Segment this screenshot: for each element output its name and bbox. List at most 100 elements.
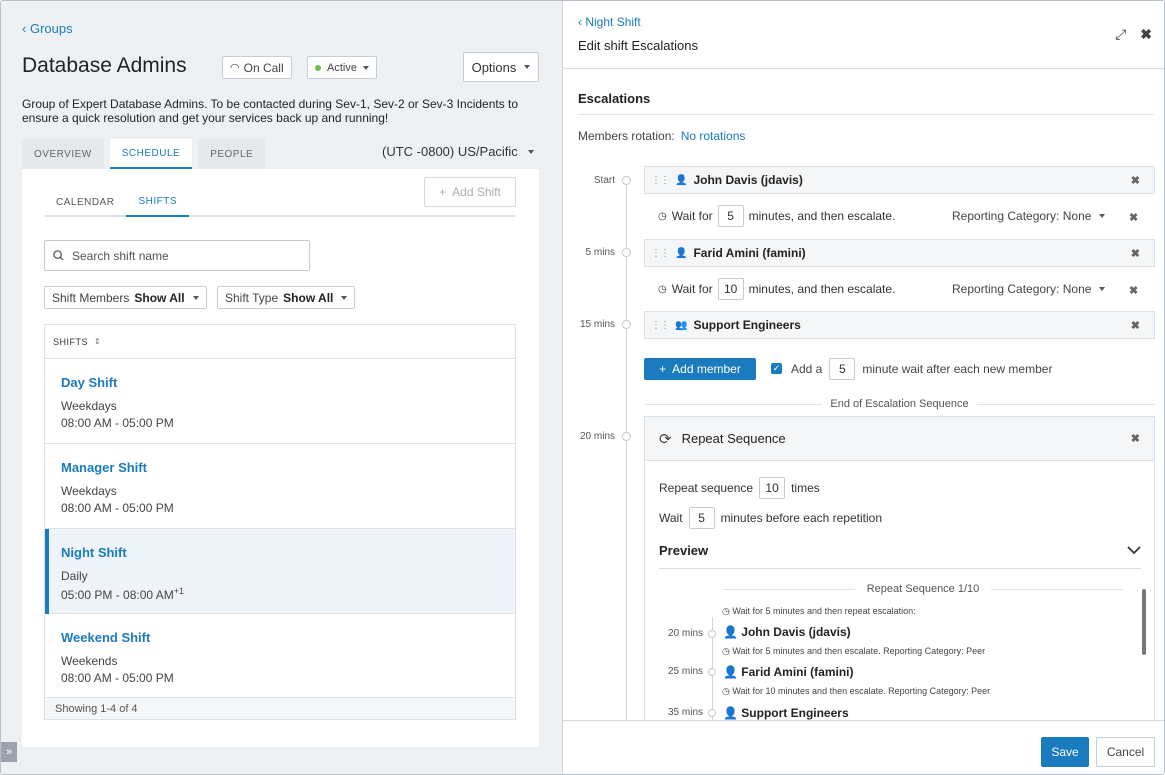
add-wait-checkbox[interactable]: ✓ <box>771 363 782 374</box>
remove-member-icon[interactable]: ✖ <box>1131 174 1140 187</box>
reporting-category-dropdown[interactable]: Reporting Category: None <box>952 282 1106 296</box>
tab-shifts[interactable]: SHIFTS <box>126 187 190 217</box>
preview-scrollbar[interactable] <box>1142 589 1146 655</box>
shift-days: Weekends <box>61 654 118 668</box>
status-dot-icon <box>315 64 321 71</box>
wait-prefix: Wait for <box>671 209 713 223</box>
escalation-member[interactable]: ⋮⋮ 👤 Farid Amini (famini) ✖ <box>644 239 1155 267</box>
shift-days: Weekdays <box>61 399 117 413</box>
shift-members-filter[interactable]: Shift Members Show All <box>44 286 207 309</box>
timeline-label: 20 mins <box>579 431 615 442</box>
reporting-category-dropdown[interactable]: Reporting Category: None <box>952 209 1106 223</box>
table-row[interactable]: Manager Shift Weekdays 08:00 AM - 05:00 … <box>45 444 515 529</box>
remove-repeat-icon[interactable]: ✖ <box>1131 432 1140 445</box>
cancel-button[interactable]: Cancel <box>1096 737 1155 767</box>
status-dropdown[interactable]: Active <box>307 56 377 79</box>
drawer-actions: ⤢ ✖ <box>1115 26 1152 43</box>
rotation-link[interactable]: No rotations <box>681 129 746 143</box>
preview-wait-text: ◷ Wait for 5 minutes and then escalate. … <box>722 646 986 656</box>
back-to-night-shift-link[interactable]: ‹ Night Shift <box>578 15 641 29</box>
timezone-dropdown[interactable]: (UTC -0800) US/Pacific <box>382 144 534 159</box>
tab-overview[interactable]: OVERVIEW <box>22 139 104 169</box>
shift-time: 05:00 PM - 08:00 AM+1 <box>61 586 184 602</box>
rotation-label: Members rotation: <box>578 129 675 143</box>
member-name: Farid Amini (famini) <box>693 246 806 260</box>
back-to-groups-link[interactable]: ‹ Groups <box>22 21 73 36</box>
expand-sidebar-button[interactable]: » <box>1 742 17 762</box>
options-label: Options <box>471 59 517 75</box>
table-row[interactable]: Day Shift Weekdays 08:00 AM - 05:00 PM <box>45 359 515 444</box>
add-wait-prefix: Add a <box>791 362 823 376</box>
add-wait-row: Add a 5 minute wait after each new membe… <box>791 358 1052 380</box>
escalation-timeline <box>626 181 627 721</box>
remove-member-icon[interactable]: ✖ <box>1131 319 1140 332</box>
tab-schedule[interactable]: SCHEDULE <box>109 139 193 169</box>
search-icon <box>53 250 64 261</box>
options-button[interactable]: Options <box>463 52 539 82</box>
preview-toggle[interactable]: Preview <box>659 543 1141 558</box>
shift-days: Weekdays <box>61 484 117 498</box>
shift-name[interactable]: Manager Shift <box>61 460 515 475</box>
remove-wait-icon[interactable]: ✖ <box>1129 284 1152 297</box>
expand-icon[interactable]: ⤢ <box>1115 26 1126 43</box>
edit-escalations-drawer: ‹ Night Shift Edit shift Escalations ⤢ ✖… <box>562 1 1164 774</box>
drag-handle-icon[interactable]: ⋮⋮ <box>645 248 675 259</box>
repeat-sequence-card: ⟳ Repeat Sequence ✖ Repeat sequence 10 t… <box>644 416 1155 727</box>
add-member-button[interactable]: + Add member <box>644 358 756 380</box>
chevron-down-icon <box>1099 287 1106 291</box>
shift-name[interactable]: Day Shift <box>61 375 515 390</box>
app-frame: ‹ Groups Database Admins ◠ On Call Activ… <box>0 0 1165 775</box>
sort-icon: ⇕ <box>94 337 102 346</box>
table-row[interactable]: Weekend Shift Weekends 08:00 AM - 05:00 … <box>45 614 515 699</box>
add-wait-suffix: minute wait after each new member <box>862 362 1053 376</box>
on-call-label: On Call <box>243 60 284 75</box>
preview-wait-text: ◷ Wait for 10 minutes and then escalate.… <box>722 686 991 696</box>
shift-days: Daily <box>61 569 88 583</box>
filter-value: Show All <box>283 290 334 305</box>
remove-wait-icon[interactable]: ✖ <box>1129 211 1152 224</box>
wait-minutes-input[interactable]: 5 <box>717 205 744 227</box>
add-shift-button[interactable]: + Add Shift <box>424 177 516 207</box>
wait-row: ◷ Wait for 10 minutes, and then escalate… <box>658 277 895 301</box>
tab-calendar[interactable]: CALENDAR <box>44 187 126 217</box>
preview-member: 👤 John Davis (jdavis) <box>723 625 851 639</box>
add-wait-input[interactable]: 5 <box>829 358 856 380</box>
close-icon[interactable]: ✖ <box>1140 26 1152 43</box>
on-call-button[interactable]: ◠ On Call <box>222 56 292 79</box>
shift-name[interactable]: Night Shift <box>61 545 515 560</box>
repeat-times-input[interactable]: 10 <box>759 477 786 499</box>
search-input[interactable] <box>72 248 292 263</box>
chevron-down-icon <box>524 65 531 69</box>
escalation-member[interactable]: ⋮⋮ 👤 John Davis (jdavis) ✖ <box>644 166 1155 194</box>
escalation-member[interactable]: ⋮⋮ 👥 Support Engineers ✖ <box>644 311 1155 339</box>
chevron-down-icon <box>1127 546 1141 555</box>
shift-name[interactable]: Weekend Shift <box>61 630 515 645</box>
repeat-times-row: Repeat sequence 10 times <box>659 477 820 499</box>
remove-member-icon[interactable]: ✖ <box>1131 247 1140 260</box>
shifts-column-header[interactable]: SHIFTS ⇕ <box>45 325 515 359</box>
members-rotation: Members rotation: No rotations <box>578 129 745 143</box>
plus-icon: + <box>439 185 447 199</box>
timeline-dot <box>622 176 631 185</box>
pagination-summary: Showing 1-4 of 4 <box>45 697 515 719</box>
wait-prefix: Wait for <box>671 282 713 296</box>
schedule-panel: CALENDAR SHIFTS + Add Shift Shift Member… <box>22 169 539 747</box>
double-chevron-right-icon: » <box>5 746 13 758</box>
drag-handle-icon[interactable]: ⋮⋮ <box>645 320 675 331</box>
table-row[interactable]: Night Shift Daily 05:00 PM - 08:00 AM+1 <box>45 529 515 614</box>
category-label: Reporting Category: None <box>952 282 1092 296</box>
drag-handle-icon[interactable]: ⋮⋮ <box>645 175 675 186</box>
member-name: John Davis (jdavis) <box>693 173 803 187</box>
shifts-table: SHIFTS ⇕ Day Shift Weekdays 08:00 AM - 0… <box>44 324 516 720</box>
shift-type-filter[interactable]: Shift Type Show All <box>217 286 356 309</box>
plus-icon: + <box>659 362 667 376</box>
timeline-dot <box>622 432 631 441</box>
search-shift-field[interactable] <box>44 240 310 271</box>
chevron-down-icon <box>527 149 534 154</box>
repeat-wait-input[interactable]: 5 <box>688 507 715 529</box>
repeat-times-suffix: times <box>791 481 820 495</box>
save-button[interactable]: Save <box>1041 737 1089 767</box>
member-name: Support Engineers <box>693 318 801 332</box>
tab-people[interactable]: PEOPLE <box>198 139 266 169</box>
wait-minutes-input[interactable]: 10 <box>717 278 744 300</box>
